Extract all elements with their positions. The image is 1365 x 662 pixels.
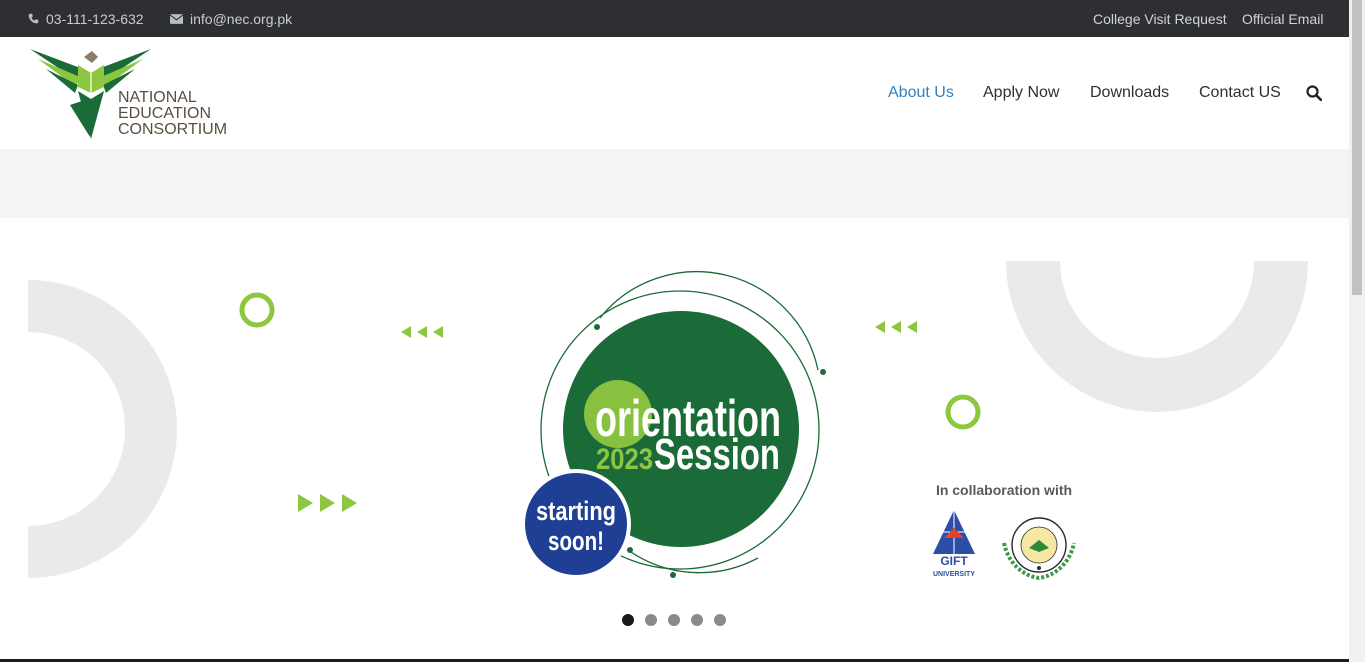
badge-line-1: starting [536, 496, 616, 526]
search-button[interactable] [1306, 85, 1323, 106]
college-visit-link[interactable]: College Visit Request [1093, 0, 1227, 37]
carousel-dot-2[interactable] [645, 614, 657, 626]
carousel-dot-1[interactable] [622, 614, 634, 626]
carousel-dot-4[interactable] [691, 614, 703, 626]
envelope-icon [170, 13, 183, 24]
decor-ring-1 [239, 292, 275, 328]
badge-line-2: soon! [548, 526, 604, 556]
nav-downloads[interactable]: Downloads [1090, 84, 1169, 102]
nav-apply-now[interactable]: Apply Now [983, 84, 1059, 102]
carousel-dot-3[interactable] [668, 614, 680, 626]
decor-left-arc [28, 280, 177, 578]
headline-year: 2023 [596, 443, 653, 476]
phone-contact[interactable]: 03-111-123-632 [28, 0, 144, 37]
collab-text: In collaboration with [936, 482, 1072, 498]
site-header: NATIONAL EDUCATION CONSORTIUM About Us A… [0, 37, 1349, 149]
hero-slider: orientation 2023 Session starting soon! … [0, 218, 1349, 662]
carousel-dots [622, 614, 726, 626]
orbit-arc-2 [627, 549, 759, 574]
nav-about-us[interactable]: About Us [888, 84, 954, 102]
svg-text:UNIVERSITY: UNIVERSITY [933, 571, 975, 578]
decor-arrows-left-1 [401, 326, 443, 338]
page-title-band [0, 149, 1349, 218]
main-nav: About Us Apply Now Downloads Contact US [0, 37, 1349, 149]
top-bar: 03-111-123-632 info@nec.org.pk College V… [0, 0, 1349, 37]
scrollbar-thumb[interactable] [1352, 0, 1362, 295]
email-contact[interactable]: info@nec.org.pk [170, 0, 292, 37]
decor-ring-2 [945, 394, 981, 430]
page-scrollbar[interactable] [1349, 0, 1365, 662]
phone-number: 03-111-123-632 [46, 10, 144, 27]
decor-arrows-left-2 [875, 321, 917, 333]
peef-seal-logo [1002, 517, 1076, 581]
search-icon [1306, 85, 1323, 102]
nav-contact-us[interactable]: Contact US [1199, 84, 1281, 102]
svg-text:GIFT: GIFT [940, 554, 968, 568]
official-email-link[interactable]: Official Email [1242, 0, 1323, 37]
headline-session: Session [654, 430, 780, 479]
email-address: info@nec.org.pk [190, 10, 293, 27]
slide-orientation-session[interactable]: orientation 2023 Session starting soon! … [28, 258, 1308, 598]
phone-icon [28, 13, 39, 24]
carousel-dot-5[interactable] [714, 614, 726, 626]
decor-arrows-right [298, 494, 357, 512]
decor-right-arc [1006, 261, 1308, 412]
gift-university-logo: GIFT UNIVERSITY [933, 510, 975, 578]
